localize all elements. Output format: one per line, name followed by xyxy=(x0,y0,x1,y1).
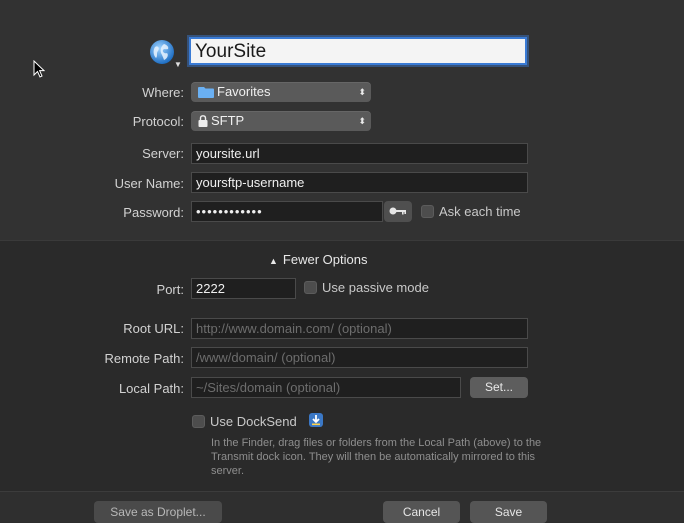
passive-mode-label: Use passive mode xyxy=(322,280,429,295)
site-name-input[interactable]: YourSite xyxy=(189,37,527,65)
lock-icon xyxy=(198,115,208,127)
local-path-label: Local Path: xyxy=(118,381,184,396)
triangle-up-icon: ▲ xyxy=(269,256,278,266)
username-label: User Name: xyxy=(114,176,184,191)
server-label: Server: xyxy=(142,146,184,161)
where-value: Favorites xyxy=(217,84,271,99)
fewer-options-toggle[interactable]: ▲ Fewer Options xyxy=(269,252,367,267)
username-input[interactable]: yoursftp-username xyxy=(191,172,528,193)
local-path-input[interactable]: ~/Sites/domain (optional) xyxy=(191,377,461,398)
folder-icon xyxy=(198,87,214,98)
chevron-down-icon: ▼ xyxy=(174,60,182,69)
server-input[interactable]: yoursite.url xyxy=(191,143,528,164)
docksend-icon xyxy=(309,413,323,427)
fewer-options-label: Fewer Options xyxy=(282,252,368,267)
remote-path-input[interactable]: /www/domain/ (optional) xyxy=(191,347,528,368)
remote-path-label: Remote Path: xyxy=(104,351,185,366)
keychain-button[interactable] xyxy=(384,201,412,222)
ask-each-time-checkbox[interactable] xyxy=(421,205,434,218)
site-icon-picker[interactable]: ▼ xyxy=(145,36,183,70)
passive-mode-checkbox[interactable] xyxy=(304,281,317,294)
protocol-label: Protocol: xyxy=(132,114,184,129)
where-label: Where: xyxy=(142,85,184,100)
mouse-cursor-icon xyxy=(33,60,45,78)
save-as-droplet-button[interactable]: Save as Droplet... xyxy=(94,501,222,523)
set-local-path-button[interactable]: Set... xyxy=(470,377,528,398)
password-input[interactable]: •••••••••••• xyxy=(191,201,383,222)
root-url-input[interactable]: http://www.domain.com/ (optional) xyxy=(191,318,528,339)
save-button[interactable]: Save xyxy=(470,501,547,523)
docksend-hint: In the Finder, drag files or folders fro… xyxy=(211,437,542,477)
key-icon xyxy=(389,207,406,215)
port-input[interactable]: 2222 xyxy=(191,278,296,299)
docksend-checkbox[interactable] xyxy=(192,415,205,428)
password-label: Password: xyxy=(123,205,184,220)
protocol-value: SFTP xyxy=(211,113,245,128)
port-label: Port: xyxy=(156,282,184,297)
where-select[interactable]: Favorites ⬍ xyxy=(191,82,371,102)
cancel-button[interactable]: Cancel xyxy=(383,501,460,523)
root-url-label: Root URL: xyxy=(123,321,184,336)
updown-chevron-icon: ⬍ xyxy=(358,116,366,126)
docksend-label: Use DockSend xyxy=(210,414,297,429)
updown-chevron-icon: ⬍ xyxy=(358,87,366,97)
ask-each-time-label: Ask each time xyxy=(439,204,521,219)
protocol-select[interactable]: SFTP ⬍ xyxy=(191,111,371,131)
globe-icon xyxy=(150,40,174,64)
